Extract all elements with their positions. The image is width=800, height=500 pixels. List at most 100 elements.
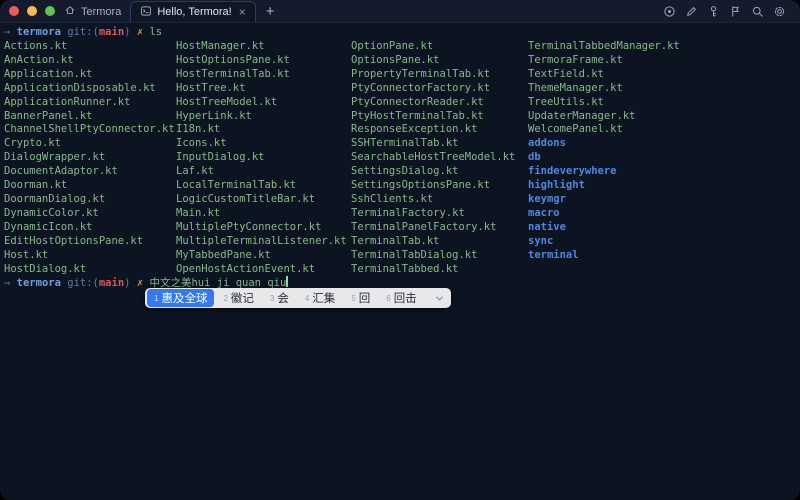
ime-candidate-text: 会 bbox=[277, 293, 289, 305]
ime-candidate-popup: 1 惠及全球 2 徽记 3 会 4 汇集 5 回 6 回击 bbox=[145, 288, 451, 308]
directory-entry: findeverywhere bbox=[528, 165, 617, 178]
file-entry: TerminalTabbed.kt bbox=[351, 262, 459, 275]
ime-candidate-selected[interactable]: 1 惠及全球 bbox=[147, 289, 215, 307]
file-entry: HyperLink.kt bbox=[176, 109, 252, 122]
file-entry: BannerPanel.kt bbox=[4, 109, 93, 122]
chevron-down-icon[interactable] bbox=[434, 293, 445, 304]
file-entry: ApplicationRunner.kt bbox=[4, 95, 131, 108]
file-entry: SettingsOptionsPane.kt bbox=[351, 179, 491, 192]
file-entry: MultiplePtyConnector.kt bbox=[176, 220, 322, 233]
file-entry: EditHostOptionsPane.kt bbox=[4, 234, 144, 247]
file-entry: TerminalFactory.kt bbox=[351, 206, 465, 219]
file-entry: DynamicColor.kt bbox=[4, 206, 99, 219]
key-icon[interactable] bbox=[707, 5, 720, 18]
file-entry: HostTreeModel.kt bbox=[176, 95, 278, 108]
file-entry: OptionPane.kt bbox=[351, 40, 434, 52]
flag-icon[interactable] bbox=[729, 5, 742, 18]
file-entry: WelcomePanel.kt bbox=[528, 123, 623, 136]
termora-window: Termora Hello, Termora! × + → termora gi… bbox=[0, 0, 800, 500]
file-entry: AnAction.kt bbox=[4, 53, 74, 66]
record-icon[interactable] bbox=[663, 5, 676, 18]
prompt-dir: termora bbox=[16, 277, 61, 289]
titlebar-actions bbox=[663, 5, 786, 18]
file-entry: Laf.kt bbox=[176, 165, 214, 178]
ls-column: TerminalTabbedManager.kt TermoraFrame.kt T… bbox=[528, 40, 680, 263]
file-entry: SSHTerminalTab.kt bbox=[351, 137, 459, 150]
file-entry: MultipleTerminalListener.kt bbox=[176, 234, 347, 247]
close-window-button[interactable] bbox=[9, 6, 19, 16]
file-entry: HostTerminalTab.kt bbox=[176, 67, 290, 80]
file-entry: Crypto.kt bbox=[4, 137, 61, 150]
ime-candidate-list: 1 惠及全球 2 徽记 3 会 4 汇集 5 回 6 回击 bbox=[147, 289, 424, 307]
tab-welcome[interactable]: Termora bbox=[55, 1, 130, 22]
file-entry: TextField.kt bbox=[528, 67, 604, 80]
ime-candidate[interactable]: 4 汇集 bbox=[298, 290, 342, 306]
ime-candidate-text: 惠及全球 bbox=[161, 293, 208, 305]
file-entry: Doorman.kt bbox=[4, 179, 68, 192]
file-entry: TermoraFrame.kt bbox=[528, 53, 623, 66]
ime-candidate[interactable]: 2 徽记 bbox=[216, 290, 260, 306]
file-entry: MyTabbedPane.kt bbox=[176, 248, 271, 261]
ime-candidate-text: 回击 bbox=[393, 293, 417, 305]
zoom-window-button[interactable] bbox=[45, 6, 55, 16]
file-entry: TerminalTab.kt bbox=[351, 234, 440, 247]
directory-entry: native bbox=[528, 220, 566, 233]
ime-candidate-index: 2 bbox=[223, 293, 228, 303]
git-prefix: git:( bbox=[67, 277, 99, 289]
file-entry: TerminalTabbedManager.kt bbox=[528, 40, 680, 52]
ime-candidate-index: 3 bbox=[269, 293, 275, 303]
ime-candidate-text: 徽记 bbox=[230, 293, 254, 305]
minimize-window-button[interactable] bbox=[27, 6, 37, 16]
file-entry: SettingsDialog.kt bbox=[351, 165, 459, 178]
ime-candidate[interactable]: 3会 bbox=[263, 290, 296, 306]
new-tab-button[interactable]: + bbox=[256, 4, 285, 19]
file-entry: ThemeManager.kt bbox=[528, 81, 623, 94]
prompt-line-1: → termora git:(main) ✗ ls bbox=[4, 26, 162, 40]
home-icon bbox=[64, 4, 76, 19]
ime-candidate[interactable]: 5回 bbox=[344, 290, 377, 306]
ime-candidate[interactable]: 6 回击 bbox=[379, 290, 423, 306]
command-text: ls bbox=[149, 26, 163, 38]
ime-candidate-text: 回 bbox=[358, 293, 371, 305]
ime-candidate-index: 4 bbox=[304, 293, 310, 303]
tab-label: Hello, Termora! bbox=[157, 6, 232, 18]
file-entry: DynamicIcon.kt bbox=[4, 220, 93, 233]
terminal-screen[interactable]: → termora git:(main) ✗ ls Actions.kt AnAc… bbox=[0, 23, 800, 500]
tab-terminal-active[interactable]: Hello, Termora! × bbox=[130, 1, 256, 22]
file-entry: HostTree.kt bbox=[176, 81, 246, 94]
ls-column: HostManager.kt HostOptionsPane.kt HostTerm… bbox=[176, 40, 347, 276]
file-entry: DocumentAdaptor.kt bbox=[4, 165, 118, 178]
search-icon[interactable] bbox=[751, 5, 764, 18]
file-entry: HostDialog.kt bbox=[4, 262, 87, 275]
file-entry: DoormanDialog.kt bbox=[4, 192, 106, 205]
file-entry: LocalTerminalTab.kt bbox=[176, 179, 297, 192]
file-entry: PtyConnectorReader.kt bbox=[351, 95, 484, 108]
ime-candidate-index: 6 bbox=[386, 293, 391, 303]
close-tab-icon[interactable]: × bbox=[239, 6, 246, 18]
ls-column: Actions.kt AnAction.kt Application.kt Appli… bbox=[4, 40, 175, 276]
file-entry: Host.kt bbox=[4, 248, 49, 261]
git-branch: main bbox=[98, 277, 125, 289]
file-entry: DialogWrapper.kt bbox=[4, 151, 106, 164]
file-entry: SearchableHostTreeModel.kt bbox=[351, 151, 516, 164]
git-prefix: git:( bbox=[67, 26, 99, 38]
edit-icon[interactable] bbox=[685, 5, 698, 18]
directory-entry: terminal bbox=[528, 248, 579, 261]
text-cursor bbox=[286, 276, 289, 287]
directory-entry: addons bbox=[528, 137, 566, 150]
file-entry: TreeUtils.kt bbox=[528, 95, 604, 108]
file-entry: TerminalPanelFactory.kt bbox=[351, 220, 497, 233]
file-entry: ChannelShellPtyConnector.kt bbox=[4, 123, 175, 136]
tab-bar: Termora Hello, Termora! × + bbox=[55, 0, 285, 22]
file-entry: LogicCustomTitleBar.kt bbox=[176, 192, 316, 205]
file-entry: ResponseException.kt bbox=[351, 123, 478, 136]
file-entry: ApplicationDisposable.kt bbox=[4, 81, 156, 94]
directory-entry: sync bbox=[528, 234, 554, 247]
file-entry: PropertyTerminalTab.kt bbox=[351, 67, 491, 80]
git-branch: main bbox=[98, 26, 125, 38]
file-entry: Main.kt bbox=[176, 206, 221, 219]
file-entry: HostManager.kt bbox=[176, 40, 265, 52]
file-entry: TerminalTabDialog.kt bbox=[351, 248, 478, 261]
directory-entry: highlight bbox=[528, 179, 585, 192]
settings-icon[interactable] bbox=[773, 5, 786, 18]
